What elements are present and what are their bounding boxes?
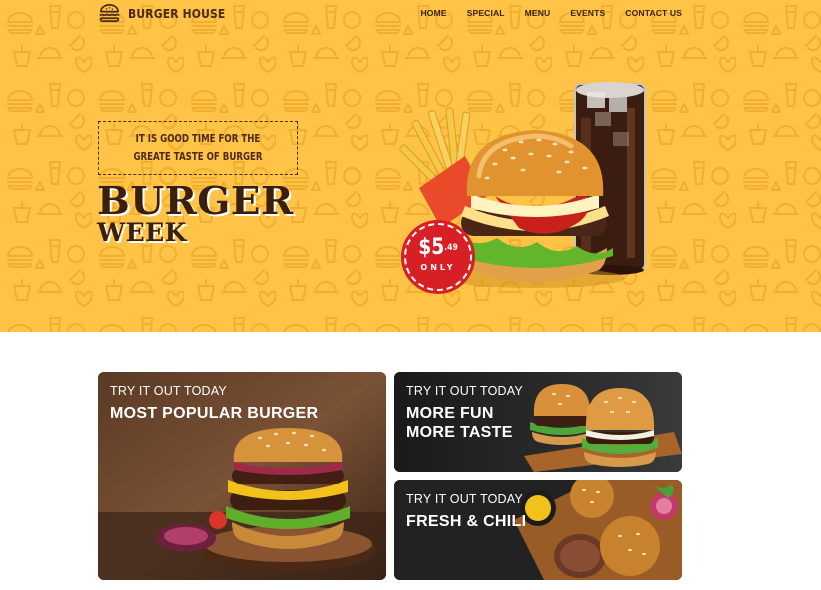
promo-card-fresh-chili[interactable]: TRY IT OUT TODAY FRESH & CHILI <box>394 480 682 580</box>
price-dollars: $5 <box>418 235 445 260</box>
card-1-title: MOST POPULAR BURGER <box>110 405 319 422</box>
hero-tagline: IT IS GOOD TIME FOR THE GREATE TASTE OF … <box>133 133 263 163</box>
card-1-text: TRY IT OUT TODAY MOST POPULAR BURGER <box>110 384 318 423</box>
headline-burger: BURGER <box>97 178 294 223</box>
main-menu: HOME SPECIAL MENU EVENTS CONTACT US <box>420 8 682 18</box>
promo-card-most-popular[interactable]: TRY IT OUT TODAY MOST POPULAR BURGER <box>98 372 386 580</box>
card-3-eyebrow: TRY IT OUT TODAY <box>406 492 523 506</box>
brand-logo[interactable]: BURGER HOUSE <box>98 2 241 25</box>
card-1-eyebrow: TRY IT OUT TODAY <box>110 384 227 398</box>
hero-tagline-box: IT IS GOOD TIME FOR THE GREATE TASTE OF … <box>98 121 298 175</box>
price-cents: .49 <box>444 243 458 253</box>
nav-contact-us[interactable]: CONTACT US <box>625 8 682 18</box>
card-2-title-line-2: MORE TASTE <box>406 424 513 441</box>
nav-home[interactable]: HOME <box>420 8 446 18</box>
promo-card-more-fun[interactable]: TRY IT OUT TODAY MORE FUN MORE TASTE <box>394 372 682 472</box>
card-3-text: TRY IT OUT TODAY FRESH & CHILI <box>406 492 526 531</box>
card-2-text: TRY IT OUT TODAY MORE FUN MORE TASTE <box>406 384 523 442</box>
hero-headline: BURGER WEEK <box>97 181 293 247</box>
price-only-label: ONLY <box>420 263 456 272</box>
top-navigation: BURGER HOUSE HOME SPECIAL MENU EVENTS CO… <box>0 0 821 30</box>
burger-icon <box>99 4 120 23</box>
nav-special[interactable]: SPECIAL <box>467 8 505 18</box>
price-badge: $5.49 ONLY <box>401 220 475 294</box>
card-3-title: FRESH & CHILI <box>406 513 527 530</box>
headline-week: WEEK <box>97 218 187 247</box>
card-2-eyebrow: TRY IT OUT TODAY <box>406 384 523 398</box>
brand-name: BURGER HOUSE <box>128 6 226 21</box>
nav-menu[interactable]: MENU <box>525 8 551 18</box>
hero-banner: BURGER HOUSE HOME SPECIAL MENU EVENTS CO… <box>0 0 821 332</box>
card-2-title-line-1: MORE FUN <box>406 405 494 422</box>
price-value: $5.49 <box>411 237 465 259</box>
nav-events[interactable]: EVENTS <box>570 8 605 18</box>
